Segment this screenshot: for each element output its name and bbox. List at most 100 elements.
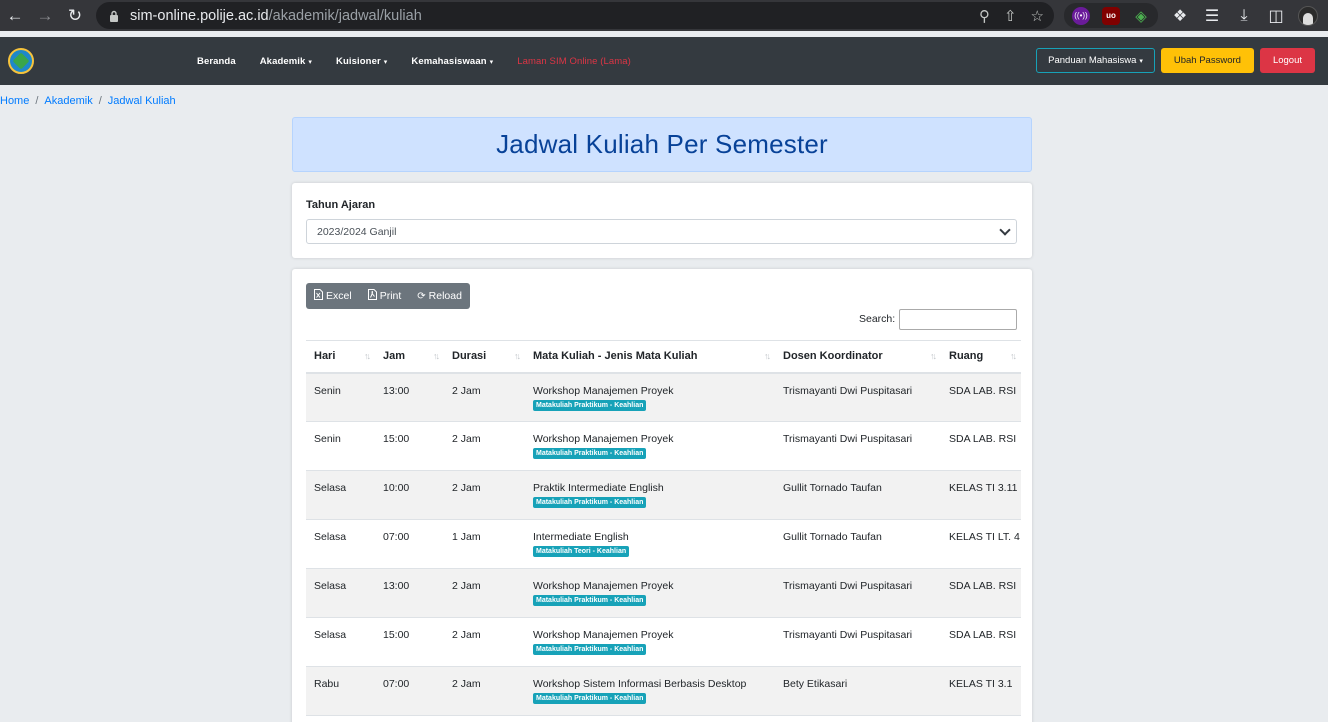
ublock-extension-icon[interactable]: uo <box>1102 6 1120 25</box>
download-icon[interactable]: ⤓ <box>1234 7 1254 25</box>
column-header-mata-kuliah[interactable]: Mata Kuliah - Jenis Mata Kuliah ↑↓ <box>525 340 775 374</box>
file-pdf-icon <box>367 289 377 303</box>
reload-button[interactable]: ⟳ Reload <box>409 283 470 309</box>
zoom-icon[interactable]: ⚲ <box>979 7 990 25</box>
cell-ruang: SDA LAB. RSI <box>941 421 1021 471</box>
column-header-durasi[interactable]: Durasi ↑↓ <box>444 340 525 374</box>
reload-icon[interactable]: ↻ <box>60 0 90 31</box>
lock-icon <box>108 10 120 22</box>
breadcrumb-akademik[interactable]: Akademik <box>44 95 92 107</box>
menu-beranda[interactable]: Beranda <box>197 56 236 67</box>
menu-kemahasiswaan[interactable]: Kemahasiswaan ▾ <box>411 56 493 67</box>
tahun-ajaran-select[interactable]: 2023/2024 Ganjil <box>306 219 1017 244</box>
cell-mata-kuliah: Workshop Manajemen Proyek Matakuliah Prak… <box>525 568 775 618</box>
cell-hari: Selasa <box>306 568 375 618</box>
excel-button[interactable]: Excel <box>306 283 360 309</box>
bookmark-star-icon[interactable]: ☆ <box>1031 7 1044 25</box>
jenis-badge: Matakuliah Praktikum - Keahlian <box>533 399 647 411</box>
jenis-badge: Matakuliah Praktikum - Keahlian <box>533 448 647 459</box>
browser-toolbar: ← → ↻ sim-online.polije.ac.id/akademik/j… <box>0 0 1328 31</box>
cell-dosen: Trismayanti Dwi Puspitasari <box>775 617 941 667</box>
panduan-mahasiswa-button[interactable]: Panduan Mahasiswa ▾ <box>1036 48 1155 73</box>
table-row: Senin 15:00 2 Jam Workshop Manajemen Proyek… <box>306 421 1021 471</box>
column-header-dosen[interactable]: Dosen Koordinator ↑↓ <box>775 340 941 374</box>
column-header-jam[interactable]: Jam ↑↓ <box>375 340 444 374</box>
chevron-down-icon <box>999 224 1011 236</box>
caret-down-icon: ▾ <box>383 58 388 66</box>
url-text: sim-online.polije.ac.id/akademik/jadwal/… <box>130 7 422 24</box>
mata-kuliah-name: Workshop Sistem Informasi Berbasis Deskt… <box>533 678 747 690</box>
breadcrumb: Home / Akademik / Jadwal Kuliah <box>0 95 176 107</box>
forward-arrow-icon[interactable]: → <box>30 0 60 31</box>
cell-jam: 10:00 <box>375 470 444 520</box>
mata-kuliah-name: Workshop Manajemen Proyek <box>533 629 674 641</box>
cell-jam: 13:00 <box>375 568 444 618</box>
cell-durasi: 1 Jam <box>444 519 525 569</box>
cell-mata-kuliah: Workshop Manajemen Proyek Matakuliah Prak… <box>525 372 775 422</box>
cell-durasi: 2 Jam <box>444 617 525 667</box>
cell-hari: Senin <box>306 421 375 471</box>
jenis-badge: Matakuliah Praktikum - Keahlian <box>533 644 647 655</box>
cell-ruang: SDA LAB. RSI <box>941 568 1021 618</box>
cell-durasi: 2 Jam <box>444 372 525 422</box>
cell-ruang: KELAS TI 3.11 <box>941 470 1021 520</box>
side-panel-icon[interactable]: ◫ <box>1266 6 1286 26</box>
table-row: Selasa 13:00 2 Jam Workshop Manajemen Proye… <box>306 568 1021 618</box>
logout-button[interactable]: Logout <box>1259 48 1315 73</box>
site-navbar: Beranda Akademik ▾ Kuisioner ▾ Kemahasiswa… <box>0 37 1328 85</box>
search-input[interactable] <box>899 309 1017 330</box>
table-row: Selasa 10:00 2 Jam Praktik Intermediate Eng… <box>306 470 1021 520</box>
tahun-ajaran-label: Tahun Ajaran <box>306 199 376 211</box>
refresh-icon: ⟳ <box>417 290 426 302</box>
table-row: Rabu 07:00 2 Jam Workshop Sistem Informasi … <box>306 666 1021 716</box>
mata-kuliah-name: Workshop Manajemen Proyek <box>533 384 674 397</box>
cell-jam: 13:00 <box>375 372 444 422</box>
polije-logo[interactable] <box>8 48 34 74</box>
page-title-banner: Jadwal Kuliah Per Semester <box>292 117 1032 172</box>
breadcrumb-jadwal-kuliah[interactable]: Jadwal Kuliah <box>108 95 176 107</box>
broadcast-extension-icon[interactable]: ((•)) <box>1072 6 1090 25</box>
address-bar[interactable]: sim-online.polije.ac.id/akademik/jadwal/… <box>96 2 1054 29</box>
cell-hari: Selasa <box>306 519 375 569</box>
puzzle-extensions-icon[interactable]: ❖ <box>1170 6 1190 26</box>
cell-durasi: 2 Jam <box>444 666 525 716</box>
column-header-hari[interactable]: Hari ↑↓ <box>306 340 375 374</box>
share-icon[interactable]: ⇧ <box>1004 7 1017 25</box>
breadcrumb-home[interactable]: Home <box>0 95 29 107</box>
cell-ruang: KELAS TI 3.1 <box>941 666 1021 716</box>
schedule-table: Hari ↑↓ Jam ↑↓ Durasi ↑↓ Mata Kuliah - Jeni… <box>306 340 1021 716</box>
menu-akademik[interactable]: Akademik ▾ <box>260 56 312 67</box>
menu-kuisioner[interactable]: Kuisioner ▾ <box>336 56 387 67</box>
menu-laman-lama[interactable]: Laman SIM Online (Lama) <box>517 56 631 67</box>
cell-hari: Rabu <box>306 666 375 716</box>
sort-icon: ↑↓ <box>764 351 771 361</box>
cell-dosen: Trismayanti Dwi Puspitasari <box>775 372 941 422</box>
breadcrumb-separator: / <box>98 95 102 107</box>
cell-mata-kuliah: Workshop Manajemen Proyek Matakuliah Prak… <box>525 617 775 667</box>
cell-hari: Selasa <box>306 617 375 667</box>
cell-durasi: 2 Jam <box>444 568 525 618</box>
cell-jam: 07:00 <box>375 519 444 569</box>
column-header-ruang[interactable]: Ruang ↑↓ <box>941 340 1021 374</box>
sort-icon: ↑↓ <box>930 351 937 361</box>
cell-mata-kuliah: Praktik Intermediate English Matakuliah P… <box>525 470 775 520</box>
jenis-badge: Matakuliah Teori - Keahlian <box>533 546 630 557</box>
cell-hari: Selasa <box>306 470 375 520</box>
table-row: Selasa 07:00 1 Jam Intermediate English Mata… <box>306 519 1021 569</box>
profile-avatar[interactable] <box>1298 5 1318 26</box>
cell-hari: Senin <box>306 372 375 422</box>
mata-kuliah-name: Workshop Manajemen Proyek <box>533 433 674 445</box>
sort-icon: ↑↓ <box>514 351 521 361</box>
schedule-card: Excel Print ⟳ Reload Search: Hari ↑↓ Jam ↑↓… <box>292 269 1032 722</box>
jenis-badge: Matakuliah Praktikum - Keahlian <box>533 595 647 606</box>
ubah-password-button[interactable]: Ubah Password <box>1160 48 1254 73</box>
jenis-badge: Matakuliah Praktikum - Keahlian <box>533 693 647 704</box>
colorful-extension-icon[interactable]: ◈ <box>1132 7 1150 25</box>
caret-down-icon: ▾ <box>489 58 494 66</box>
reading-list-icon[interactable]: ☰ <box>1202 6 1222 26</box>
cell-durasi: 2 Jam <box>444 421 525 471</box>
back-arrow-icon[interactable]: ← <box>0 0 30 31</box>
cell-durasi: 2 Jam <box>444 470 525 520</box>
print-button[interactable]: Print <box>360 283 410 309</box>
cell-mata-kuliah: Intermediate English Matakuliah Teori - K… <box>525 519 775 569</box>
